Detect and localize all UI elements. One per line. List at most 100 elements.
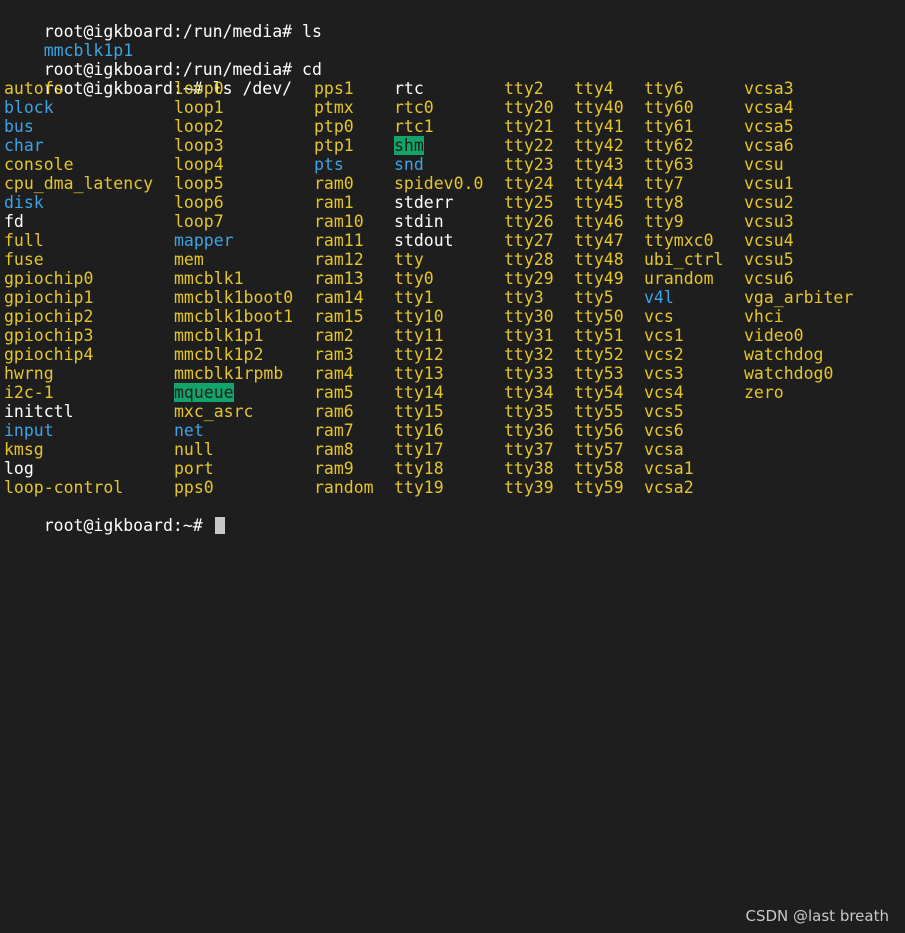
dev-entry: tty29	[504, 269, 554, 288]
dev-entry: gpiochip0	[4, 269, 94, 288]
dev-entry: char	[4, 136, 44, 155]
dev-entry: ram14	[314, 288, 364, 307]
listing-row: full mapper ram11 stdout tty27 tty47 ttymxc0 vc…	[4, 231, 904, 250]
listing-row: fuse mem ram12 tty tty28 tty48 ubi_ctrl vcsu5	[4, 250, 904, 269]
dev-entry: tty34	[504, 383, 554, 402]
listing-row: block loop1 ptmx rtc0 tty20 tty40 tty60 vcsa4	[4, 98, 904, 117]
dev-entry: vcsu4	[744, 231, 794, 250]
dev-entry: ram2	[314, 326, 354, 345]
dev-entry: tty31	[504, 326, 554, 345]
dev-entry: tty60	[644, 98, 694, 117]
dev-entry: tty40	[574, 98, 624, 117]
dev-entry: loop4	[174, 155, 224, 174]
dev-entry: ram4	[314, 364, 354, 383]
dev-entry: tty10	[394, 307, 444, 326]
dev-entry: mapper	[174, 231, 234, 250]
dev-entry: tty28	[504, 250, 554, 269]
dev-entry: vcs1	[644, 326, 684, 345]
dev-entry: loop0	[174, 79, 224, 98]
dev-entry: tty39	[504, 478, 554, 497]
dev-entry: gpiochip2	[4, 307, 94, 326]
listing-row: kmsg null ram8 tty17 tty37 tty57 vcsa	[4, 440, 904, 459]
dev-entry: rtc0	[394, 98, 434, 117]
dev-entry: tty24	[504, 174, 554, 193]
listing-row: char loop3 ptp1 shm tty22 tty42 tty62 vcsa6	[4, 136, 904, 155]
listing-row: gpiochip2 mmcblk1boot1 ram15 tty10 tty30 tty5…	[4, 307, 904, 326]
dev-entry: ram11	[314, 231, 364, 250]
command-line[interactable]: root@igkboard:~#	[4, 497, 904, 535]
dev-entry: tty17	[394, 440, 444, 459]
dev-entry: tty57	[574, 440, 624, 459]
dev-entry: watchdog	[744, 345, 824, 364]
text-cursor[interactable]	[214, 517, 225, 534]
dev-entry: tty50	[574, 307, 624, 326]
dev-entry: ubi_ctrl	[644, 250, 724, 269]
listing-row: initctl mxc_asrc ram6 tty15 tty35 tty55 vcs5	[4, 402, 904, 421]
dev-entry: vcsa3	[744, 79, 794, 98]
dev-entry: spidev0.0	[394, 174, 484, 193]
dev-entry: gpiochip4	[4, 345, 94, 364]
dev-entry: tty25	[504, 193, 554, 212]
dev-entry: tty46	[574, 212, 624, 231]
dev-entry: vcsu2	[744, 193, 794, 212]
dev-entry: loop1	[174, 98, 224, 117]
dev-entry: mqueue	[174, 383, 234, 402]
dev-entry: vcsu	[744, 155, 784, 174]
shell-prompt: root@igkboard:~#	[43, 516, 213, 535]
dev-entry: tty3	[504, 288, 544, 307]
dev-entry: vhci	[744, 307, 784, 326]
dev-entry: tty59	[574, 478, 624, 497]
dev-entry: tty19	[394, 478, 444, 497]
dev-entry: full	[4, 231, 44, 250]
dev-entry: ram9	[314, 459, 354, 478]
dev-entry: mmcblk1	[174, 269, 244, 288]
dev-entry: mmcblk1rpmb	[174, 364, 284, 383]
dev-entry: fuse	[4, 250, 44, 269]
dev-entry: loop3	[174, 136, 224, 155]
dev-entry: ram1	[314, 193, 354, 212]
dev-entry: tty0	[394, 269, 434, 288]
listing-row: bus loop2 ptp0 rtc1 tty21 tty41 tty61 vcsa5	[4, 117, 904, 136]
dev-entry: ram10	[314, 212, 364, 231]
dev-entry: tty4	[574, 79, 614, 98]
dev-entry: pps1	[314, 79, 354, 98]
dev-entry: gpiochip3	[4, 326, 94, 345]
dev-entry: ram12	[314, 250, 364, 269]
dev-entry: tty12	[394, 345, 444, 364]
command-line: root@igkboard:/run/media# cd	[4, 41, 904, 79]
dev-entry: pts	[314, 155, 344, 174]
dev-entry: video0	[744, 326, 804, 345]
dev-entry: zero	[744, 383, 784, 402]
dev-entry: tty56	[574, 421, 624, 440]
dev-entry: tty52	[574, 345, 624, 364]
dev-entry: tty30	[504, 307, 554, 326]
dev-entry: ram0	[314, 174, 354, 193]
dev-entry: random	[314, 478, 374, 497]
dev-entry: ram3	[314, 345, 354, 364]
dev-entry: vcsa2	[644, 478, 694, 497]
dev-entry: kmsg	[4, 440, 44, 459]
dev-entry: tty37	[504, 440, 554, 459]
listing-row: cpu_dma_latency loop5 ram0 spidev0.0 tty24 tt…	[4, 174, 904, 193]
command-line: root@igkboard:~# ls /dev/	[4, 60, 904, 98]
dev-entry: tty15	[394, 402, 444, 421]
dev-entry: tty38	[504, 459, 554, 478]
terminal-window[interactable]: root@igkboard:/run/media# ls mmcblk1p1 r…	[4, 3, 904, 535]
listing-row: gpiochip0 mmcblk1 ram13 tty0 tty29 tty49 urand…	[4, 269, 904, 288]
listing-row: console loop4 pts snd tty23 tty43 tty63 vcsu	[4, 155, 904, 174]
dev-entry: tty26	[504, 212, 554, 231]
dev-entry: mmcblk1boot0	[174, 288, 294, 307]
dev-entry: tty32	[504, 345, 554, 364]
dev-entry: mmcblk1p1	[174, 326, 264, 345]
dev-entry: loop-control	[4, 478, 124, 497]
dev-entry: tty41	[574, 117, 624, 136]
dev-entry: mmcblk1boot1	[174, 307, 294, 326]
listing-row: i2c-1 mqueue ram5 tty14 tty34 tty54 vcs4 zero	[4, 383, 904, 402]
listing-row: autofs loop0 pps1 rtc tty2 tty4 tty6 vcsa3	[4, 79, 904, 98]
dev-entry: vcs6	[644, 421, 684, 440]
dev-entry: console	[4, 155, 74, 174]
dev-entry: tty33	[504, 364, 554, 383]
dev-entry: input	[4, 421, 54, 440]
dev-entry: tty44	[574, 174, 624, 193]
dev-entry: tty16	[394, 421, 444, 440]
